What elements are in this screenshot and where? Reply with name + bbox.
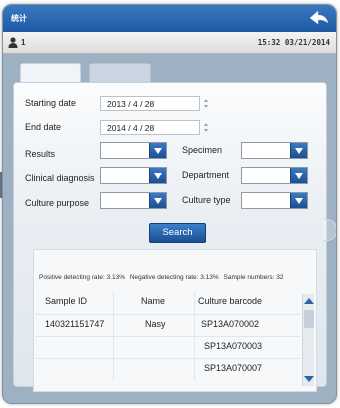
end-date-spinner[interactable] <box>203 121 210 134</box>
scroll-down-icon[interactable] <box>304 374 314 384</box>
starting-date-label: Starting date <box>25 98 77 108</box>
header-sample-id: Sample ID <box>45 296 88 306</box>
clinical-diagnosis-label: Clinical diagnosis <box>25 173 95 183</box>
cell-sample-id: 140321151747 <box>45 319 105 329</box>
clock-datetime: 15:32 03/21/2014 <box>257 38 330 47</box>
table-row[interactable]: 140321151747 Nasy SP13A070002 <box>35 314 300 336</box>
clinical-diagnosis-dropdown[interactable] <box>100 167 167 184</box>
user-count: 1 <box>21 38 26 47</box>
table-row[interactable]: SP13A070003 <box>35 336 300 358</box>
starting-date-value: 2013 / 4 / 28 <box>107 99 155 109</box>
scroll-up-icon[interactable] <box>304 296 314 306</box>
header-name: Name <box>141 296 166 306</box>
culture-purpose-dropdown[interactable] <box>100 192 167 209</box>
status-bar: 1 15:32 03/21/2014 <box>3 32 336 54</box>
end-date-label: End date <box>25 122 62 132</box>
cell-culture-barcode: SP13A070007 <box>204 363 263 373</box>
end-date-field[interactable]: 2014 / 4 / 28 <box>100 120 200 135</box>
department-dropdown[interactable] <box>241 167 308 184</box>
culture-purpose-label: Culture purpose <box>25 198 90 208</box>
department-label: Department <box>182 170 230 180</box>
table-header: Sample ID Name Culture barcode <box>35 292 300 314</box>
results-label: Results <box>25 149 56 159</box>
table-row[interactable]: SP13A070007 <box>35 358 300 380</box>
table-scrollbar[interactable] <box>302 294 314 386</box>
search-button[interactable]: Search <box>149 223 206 243</box>
specimen-label: Specimen <box>182 145 223 155</box>
sample-count: Sample numbers: 32 <box>223 274 284 281</box>
starting-date-spinner[interactable] <box>203 97 210 110</box>
back-button[interactable] <box>306 9 330 29</box>
culture-type-dropdown[interactable] <box>241 192 308 209</box>
edge-handle <box>323 219 336 241</box>
scroll-thumb[interactable] <box>304 310 314 328</box>
culture-type-label: Culture type <box>182 195 231 205</box>
starting-date-field[interactable]: 2013 / 4 / 28 <box>100 96 200 111</box>
results-table: Positive detecting rate: 3.13% Negative … <box>33 249 317 392</box>
positive-rate: Positive detecting rate: 3.13% <box>39 274 125 281</box>
results-dropdown[interactable] <box>100 142 167 159</box>
cell-name: Nasy <box>145 319 166 329</box>
chevron-down-icon[interactable] <box>149 143 166 158</box>
window-title: 统计 <box>11 14 27 23</box>
specimen-dropdown[interactable] <box>241 142 308 159</box>
header-culture-barcode: Culture barcode <box>198 296 263 306</box>
title-bar: 统计 <box>3 5 336 32</box>
chevron-down-icon[interactable] <box>149 193 166 208</box>
user-icon <box>8 37 18 48</box>
chevron-down-icon[interactable] <box>149 168 166 183</box>
app-window: 统计 1 15:32 03/21/2014 Starting date 2013… <box>2 4 337 404</box>
chevron-down-icon[interactable] <box>290 168 307 183</box>
back-arrow-icon <box>309 10 329 25</box>
negative-rate: Negative detecting rate: 3.13% <box>129 274 219 281</box>
end-date-value: 2014 / 4 / 28 <box>107 123 155 133</box>
summary-line: Positive detecting rate: 3.13% Negative … <box>39 274 287 281</box>
cell-culture-barcode: SP13A070003 <box>204 341 263 351</box>
cell-culture-barcode: SP13A070002 <box>201 319 260 329</box>
chevron-down-icon[interactable] <box>290 193 307 208</box>
chevron-down-icon[interactable] <box>290 143 307 158</box>
